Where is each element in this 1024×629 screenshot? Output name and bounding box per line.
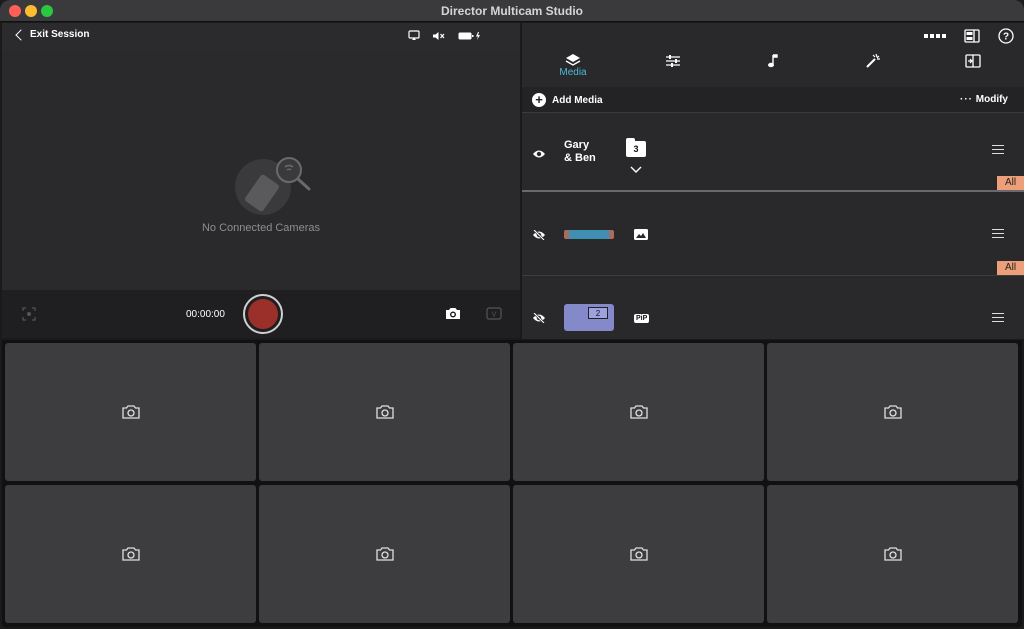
airplay-icon[interactable]	[408, 30, 420, 41]
title-bar: Director Multicam Studio	[0, 0, 1024, 22]
camera-switch-icon[interactable]	[444, 306, 462, 321]
enter-icon	[965, 54, 981, 68]
app-window: Director Multicam Studio Exit Session No…	[0, 0, 1024, 629]
exit-session-button[interactable]: Exit Session	[14, 29, 90, 41]
preview-toolbar: Exit Session	[2, 23, 520, 51]
camera-slot[interactable]	[767, 343, 1018, 481]
camera-preview: No Connected Cameras	[2, 51, 520, 290]
media-panel: ? Media + Add Media ··· Modify Gary & Be…	[522, 23, 1024, 339]
media-tabs: Media	[522, 51, 1024, 85]
camera-icon	[884, 547, 902, 561]
no-cameras-message: No Connected Cameras	[201, 222, 320, 234]
tab-media[interactable]: Media	[543, 51, 603, 85]
reorder-handle-icon[interactable]	[992, 145, 1004, 154]
camera-slot[interactable]	[5, 343, 256, 481]
camera-slot[interactable]	[513, 343, 764, 481]
timecode: 00:00:00	[186, 309, 225, 320]
multiview-icon[interactable]	[924, 33, 946, 39]
folder-count: 3	[626, 138, 646, 157]
record-button[interactable]	[243, 294, 283, 334]
music-note-icon	[768, 54, 778, 68]
camera-icon	[376, 547, 394, 561]
record-controls: 00:00:00 V	[2, 290, 520, 338]
image-icon	[634, 229, 648, 240]
layers-icon	[565, 54, 581, 66]
media-row[interactable]: Gary & Ben 3 All	[522, 114, 1024, 192]
svg-text:?: ?	[1003, 32, 1009, 43]
battery-charging-icon	[458, 31, 480, 40]
video-mode-icon[interactable]: V	[486, 307, 502, 320]
tab-input[interactable]	[943, 51, 1003, 85]
window-title: Director Multicam Studio	[440, 4, 583, 18]
tab-audio[interactable]	[743, 51, 803, 85]
tab-effects[interactable]	[843, 51, 903, 85]
camera-slot[interactable]	[767, 485, 1018, 623]
media-row[interactable]: All	[522, 193, 1024, 276]
media-name: Gary & Ben	[564, 139, 596, 164]
no-camera-icon	[235, 157, 311, 215]
tab-adjustments[interactable]	[643, 51, 703, 85]
camera-icon	[122, 405, 140, 419]
camera-icon	[376, 405, 394, 419]
modify-button[interactable]: ··· Modify	[960, 94, 1008, 105]
add-media-button[interactable]: + Add Media	[532, 93, 603, 107]
reorder-handle-icon[interactable]	[992, 313, 1004, 322]
tab-media-label: Media	[559, 67, 587, 78]
svg-text:V: V	[492, 312, 497, 319]
camera-icon	[884, 405, 902, 419]
pip-label: PiP	[634, 314, 650, 323]
media-row[interactable]: 2 PiP	[522, 277, 1024, 339]
modify-label: Modify	[975, 94, 1008, 105]
pip-number: 2	[588, 307, 608, 319]
reorder-handle-icon[interactable]	[992, 229, 1004, 238]
more-icon: ···	[960, 94, 973, 105]
mute-icon[interactable]	[432, 31, 446, 41]
plus-icon: +	[532, 93, 546, 107]
media-toolbar: + Add Media ··· Modify	[522, 87, 1024, 113]
camera-icon	[630, 405, 648, 419]
camera-slot[interactable]	[513, 485, 764, 623]
camera-grid	[2, 340, 1022, 627]
magic-wand-icon	[866, 53, 880, 68]
all-badge[interactable]: All	[997, 176, 1024, 190]
all-badge[interactable]: All	[997, 261, 1024, 275]
camera-slot[interactable]	[259, 343, 510, 481]
pip-thumbnail: 2	[564, 304, 614, 331]
lower-third-thumbnail	[564, 230, 614, 239]
layout-icon[interactable]	[964, 29, 980, 43]
camera-icon	[122, 547, 140, 561]
camera-slot[interactable]	[259, 485, 510, 623]
chevron-left-icon	[15, 29, 27, 41]
camera-slot[interactable]	[5, 485, 256, 623]
eye-hidden-icon[interactable]	[532, 313, 546, 323]
sliders-icon	[666, 55, 680, 67]
eye-hidden-icon[interactable]	[532, 230, 546, 240]
eye-icon[interactable]	[532, 149, 546, 159]
chevron-down-icon[interactable]	[630, 166, 642, 174]
help-icon[interactable]: ?	[998, 28, 1014, 44]
focus-icon[interactable]	[22, 307, 36, 321]
exit-session-label: Exit Session	[30, 29, 90, 40]
camera-icon	[630, 547, 648, 561]
add-media-label: Add Media	[552, 94, 603, 106]
